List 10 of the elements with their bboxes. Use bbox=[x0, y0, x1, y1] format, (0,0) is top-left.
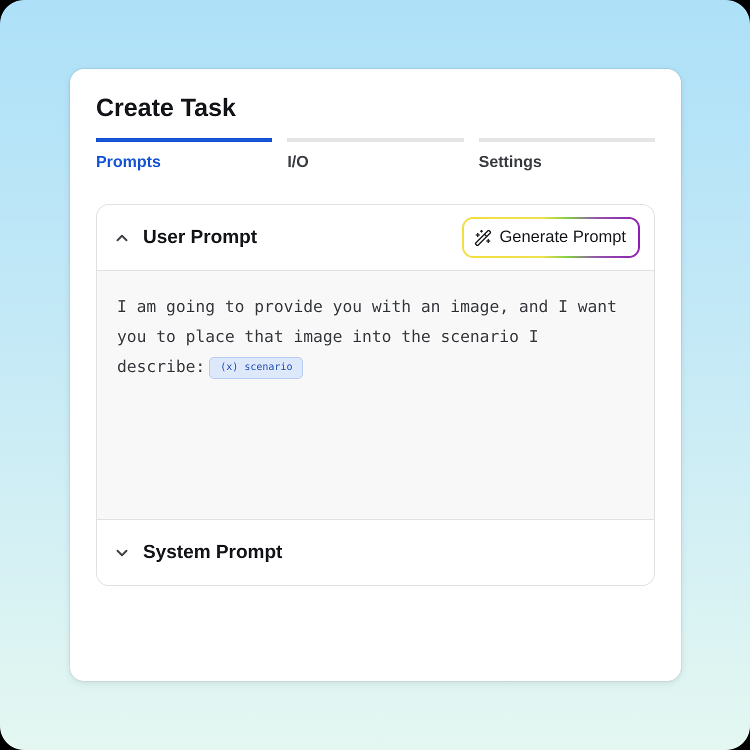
tab[interactable]: I/O bbox=[287, 138, 464, 173]
prompt-editor[interactable]: I am going to provide you with an image, and I want you to place that image into the scenario I describe: (x) scenario bbox=[97, 271, 654, 519]
window-title: Create Task bbox=[96, 93, 236, 123]
section-toggle[interactable]: System Prompt bbox=[113, 540, 282, 564]
tab[interactable]: Settings bbox=[478, 138, 655, 173]
magic-wand-icon bbox=[474, 228, 492, 246]
generate-prompt-button[interactable]: Generate Prompt bbox=[462, 217, 640, 258]
tab[interactable]: Prompts bbox=[96, 138, 272, 173]
section-toggle[interactable]: User Prompt bbox=[113, 226, 258, 250]
variable-chip[interactable]: (x) scenario bbox=[209, 356, 304, 379]
